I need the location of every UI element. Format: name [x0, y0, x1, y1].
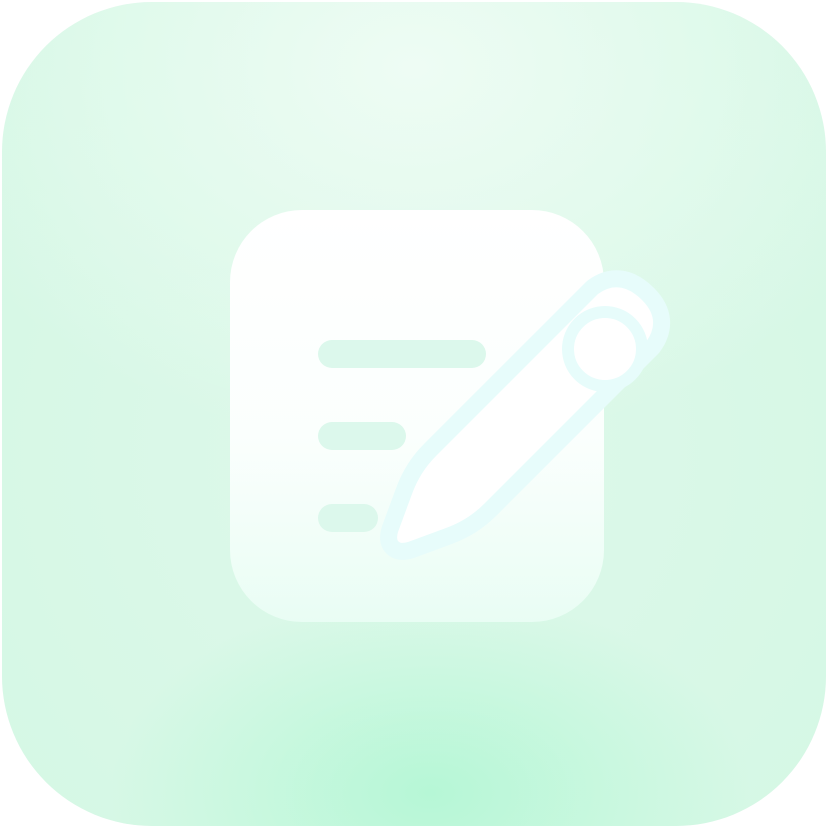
note-edit-glyph-icon: [230, 210, 670, 622]
stage: [0, 0, 828, 828]
pencil-eraser-icon: [562, 306, 648, 392]
notes-app-icon[interactable]: [2, 2, 826, 826]
